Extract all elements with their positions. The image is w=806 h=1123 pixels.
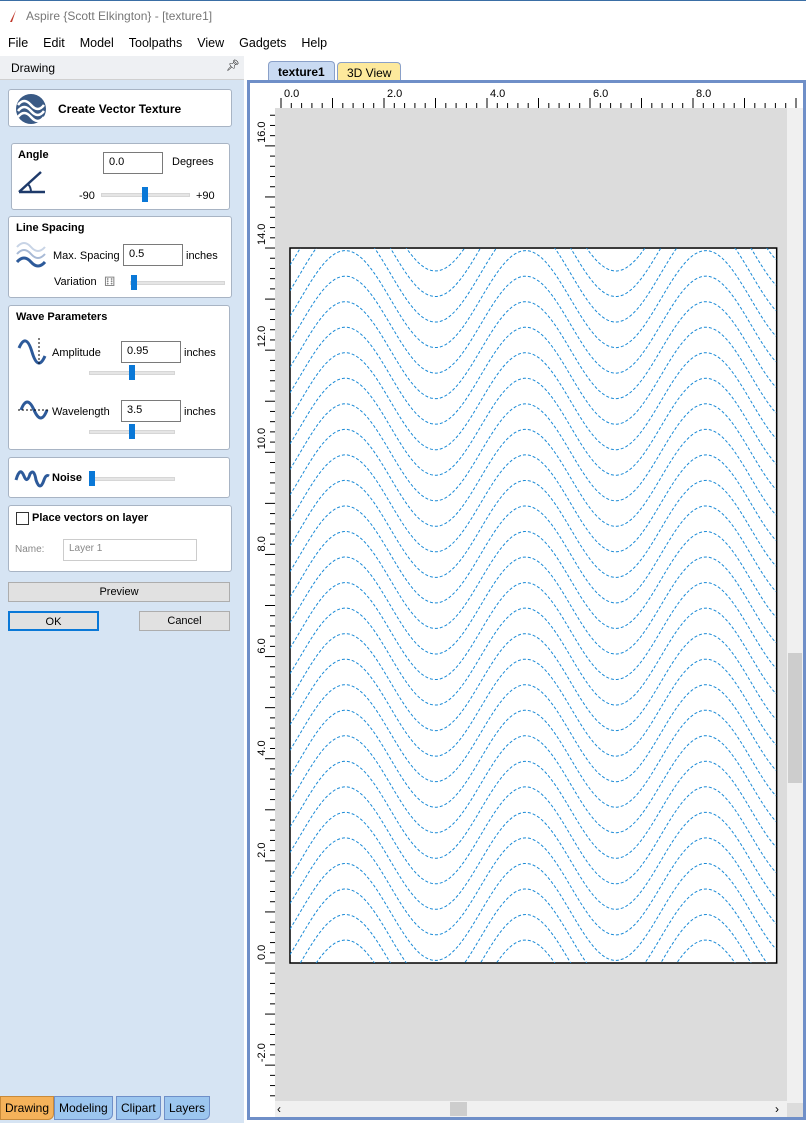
wave-parameters-section: Wave Parameters Amplitude 0.95 inches Wa… [8, 305, 230, 450]
angle-min: -90 [79, 190, 95, 202]
vector-texture-icon [16, 94, 46, 124]
menu-gadgets[interactable]: Gadgets [231, 32, 293, 50]
line-spacing-label: Line Spacing [16, 222, 85, 234]
amplitude-slider-thumb[interactable] [129, 365, 135, 380]
angle-label: Angle [18, 149, 49, 161]
menu-toolpaths[interactable]: Toolpaths [121, 32, 190, 50]
amplitude-unit: inches [184, 347, 216, 359]
wave-parameters-label: Wave Parameters [16, 311, 108, 323]
line-spacing-section: Line Spacing Max. Spacing 0.5 inches Var… [8, 216, 232, 298]
max-spacing-label: Max. Spacing [53, 250, 120, 262]
app-logo-icon [10, 10, 16, 22]
angle-max: +90 [196, 190, 215, 202]
noise-section: Noise [8, 457, 230, 498]
wavelength-icon [18, 400, 50, 420]
menu-model[interactable]: Model [72, 32, 121, 50]
ruler-y-label: 16.0 [256, 121, 268, 142]
wavelength-label: Wavelength [52, 406, 110, 418]
material-boundary [289, 247, 778, 964]
panel-header-title: Drawing [11, 61, 56, 75]
ruler-y-label: 12.0 [256, 326, 268, 347]
ok-button[interactable]: OK [8, 611, 99, 631]
max-spacing-input[interactable]: 0.5 [123, 244, 183, 266]
ruler-y-label: 6.0 [256, 638, 268, 653]
ruler-y-label: 2.0 [256, 843, 268, 858]
tab-modeling[interactable]: Modeling [54, 1096, 113, 1120]
noise-icon [14, 470, 50, 488]
menu-file[interactable]: File [0, 32, 35, 50]
vertical-scrollbar[interactable] [787, 108, 803, 1103]
place-on-layer-checkbox[interactable] [16, 512, 29, 525]
pin-icon[interactable]: 📌︎ [226, 59, 240, 72]
amplitude-icon [17, 338, 47, 366]
cancel-button[interactable]: Cancel [139, 611, 230, 631]
ruler-x-label: 4.0 [490, 88, 505, 100]
drawing-canvas[interactable]: 0.0 2.0 4.0 6.0 8.0 16.0 14.0 12.0 10.0 8.0 6.0 4.0… [250, 83, 803, 1117]
variation-slider[interactable] [130, 281, 225, 285]
angle-icon [18, 171, 45, 194]
tab-clipart[interactable]: Clipart [116, 1096, 161, 1120]
layer-section: Place vectors on layer Name: Layer 1 [8, 505, 232, 572]
horizontal-scrollbar-thumb[interactable] [450, 1102, 467, 1116]
menu-help[interactable]: Help [293, 32, 334, 50]
angle-slider-thumb[interactable] [142, 187, 148, 202]
panel-header: Drawing 📌︎ [0, 56, 244, 80]
line-spacing-icon [15, 242, 47, 268]
ruler-y-label: -2.0 [256, 1043, 268, 1062]
place-on-layer-label: Place vectors on layer [32, 512, 149, 524]
wavelength-slider-thumb[interactable] [129, 424, 135, 439]
ruler-x-label: 8.0 [696, 88, 711, 100]
scroll-right-icon[interactable]: › [775, 1102, 779, 1116]
menu-edit[interactable]: Edit [35, 32, 72, 50]
amplitude-label: Amplitude [52, 347, 101, 359]
angle-input[interactable]: 0.0 [103, 152, 163, 174]
ruler-x-label: 2.0 [387, 88, 402, 100]
wavelength-unit: inches [184, 406, 216, 418]
window-title: Aspire {Scott Elkington} - [texture1] [26, 9, 213, 23]
ruler-y-label: 0.0 [256, 945, 268, 960]
create-vector-texture-header: Create Vector Texture [8, 89, 232, 127]
tab-drawing[interactable]: Drawing [0, 1096, 55, 1120]
menu-view[interactable]: View [189, 32, 231, 50]
preview-button[interactable]: Preview [8, 582, 230, 602]
ruler-y-label: 14.0 [256, 224, 268, 245]
tab-texture1[interactable]: texture1 [268, 61, 335, 82]
dice-icon[interactable]: ⚅ [104, 274, 115, 290]
variation-slider-thumb[interactable] [131, 275, 137, 290]
amplitude-input[interactable]: 0.95 [121, 341, 181, 363]
scroll-left-icon[interactable]: ‹ [277, 1102, 281, 1116]
variation-label: Variation [54, 276, 97, 288]
angle-unit: Degrees [172, 156, 214, 168]
max-spacing-unit: inches [186, 250, 218, 262]
wavelength-input[interactable]: 3.5 [121, 400, 181, 422]
ruler-y-label: 8.0 [256, 536, 268, 551]
layer-name-label: Name: [15, 544, 45, 555]
noise-label: Noise [52, 472, 82, 484]
ruler-y-label: 10.0 [256, 428, 268, 449]
ruler-y-label: 4.0 [256, 740, 268, 755]
angle-section: Angle 0.0 Degrees -90 +90 [11, 143, 230, 210]
vertical-scrollbar-thumb[interactable] [788, 653, 802, 783]
noise-slider[interactable] [89, 477, 175, 481]
ruler-x-label: 0.0 [284, 88, 299, 100]
noise-slider-thumb[interactable] [89, 471, 95, 486]
horizontal-scrollbar[interactable] [275, 1101, 787, 1117]
panel-title: Create Vector Texture [58, 102, 182, 116]
tab-layers[interactable]: Layers [164, 1096, 211, 1120]
ruler-x-label: 6.0 [593, 88, 608, 100]
menu-bar: File Edit Model Toolpaths View Gadgets Help [0, 32, 806, 56]
layer-name-input[interactable]: Layer 1 [63, 539, 197, 561]
title-bar: Aspire {Scott Elkington} - [texture1] [0, 0, 806, 32]
